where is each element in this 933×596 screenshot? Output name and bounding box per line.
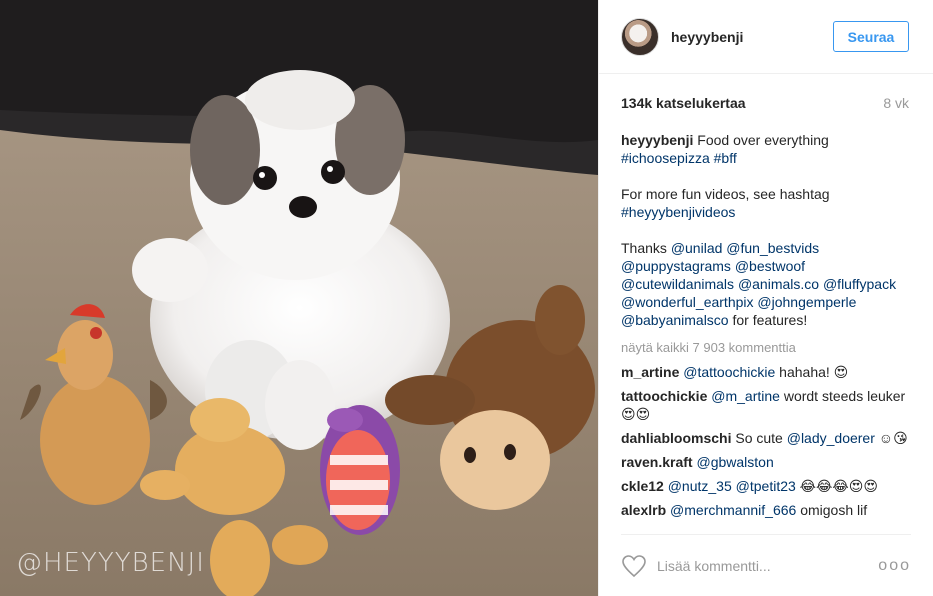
mention-link[interactable]: @babyanimalsco [621, 312, 729, 328]
author-username[interactable]: heyyybenji [671, 29, 833, 45]
post-side-panel: heyyybenji Seuraa 134k katselukertaa 8 v… [598, 0, 933, 596]
comment-item: m_artine @tattoochickie hahaha! 😍 [621, 363, 911, 381]
hashtag-link[interactable]: #heyyybenjivideos [621, 204, 735, 220]
puppy-photo [0, 0, 598, 596]
comment-bar: Lisää kommentti... ooo [621, 534, 911, 596]
follow-button[interactable]: Seuraa [833, 21, 909, 52]
mention-link[interactable]: @cutewildanimals [621, 276, 734, 292]
mention-link[interactable]: @puppystagrams [621, 258, 731, 274]
mention-link[interactable]: @gbwalston [696, 454, 773, 470]
hashtag-link[interactable]: #bff [714, 150, 737, 166]
mention-link[interactable]: @tattoochickie [683, 364, 775, 380]
add-comment-input[interactable]: Lisää kommentti... [657, 558, 878, 574]
caption-username[interactable]: heyyybenji [621, 132, 693, 148]
comment-item: alexlrb @merchmannif_666 omigosh lif [621, 501, 911, 519]
comment-username[interactable]: m_artine [621, 364, 679, 380]
comment-text: 😂😂😂😍😍 [795, 478, 878, 494]
mention-link[interactable]: @johngemperle [757, 294, 856, 310]
mention-link[interactable]: @fluffypack [823, 276, 896, 292]
view-count[interactable]: 134k katselukertaa [621, 95, 746, 111]
comment-item: tattoochickie @m_artine wordt steeds leu… [621, 387, 911, 423]
mention-link[interactable]: @lady_doerer [787, 430, 875, 446]
comment-text: ☺😘 [874, 430, 908, 446]
post-age[interactable]: 8 vk [883, 95, 909, 111]
post-meta: 134k katselukertaa 8 vk [599, 74, 933, 132]
post-header: heyyybenji Seuraa [599, 0, 933, 74]
comment-username[interactable]: tattoochickie [621, 388, 707, 404]
more-options-icon[interactable]: ooo [878, 557, 911, 575]
video-watermark: @HEYYYBENJI [16, 548, 205, 578]
mention-link[interactable]: @fun_bestvids [726, 240, 819, 256]
comment-username[interactable]: raven.kraft [621, 454, 693, 470]
mention-link[interactable]: @nutz_35 @tpetit23 [668, 478, 796, 494]
comment-item: ckle12 @nutz_35 @tpetit23 😂😂😂😍😍 [621, 477, 911, 495]
comment-text: omigosh lif [796, 502, 868, 518]
mention-link[interactable]: @unilad [671, 240, 723, 256]
mention-link[interactable]: @bestwoof [735, 258, 805, 274]
mention-link[interactable]: @wonderful_earthpix [621, 294, 754, 310]
caption-text: Food over everything [693, 132, 829, 148]
mention-link[interactable]: @m_artine [711, 388, 780, 404]
mention-link[interactable]: @merchmannif_666 [670, 502, 796, 518]
comment-text: hahaha! 😍 [775, 364, 849, 380]
caption: heyyybenji Food over everything #ichoose… [621, 131, 911, 329]
post-video[interactable]: @HEYYYBENJI [0, 0, 598, 596]
avatar[interactable] [621, 17, 659, 56]
comment-item: dahliabloomschi So cute @lady_doerer ☺😘 [621, 429, 911, 447]
comments-section[interactable]: heyyybenji Food over everything #ichoose… [621, 131, 911, 530]
comment-username[interactable]: dahliabloomschi [621, 430, 731, 446]
comment-username[interactable]: alexlrb [621, 502, 666, 518]
post-container: @HEYYYBENJI heyyybenji Seuraa 134k katse… [0, 0, 933, 596]
caption-text: for features! [728, 312, 808, 328]
caption-text: For more fun videos, see hashtag [621, 186, 830, 202]
load-more-comments[interactable]: näytä kaikki 7 903 kommenttia [621, 339, 911, 357]
comment-username[interactable]: ckle12 [621, 478, 664, 494]
comment-item: raven.kraft @gbwalston [621, 453, 911, 471]
comment-text: So cute [735, 430, 787, 446]
mention-link[interactable]: @animals.co [738, 276, 819, 292]
like-heart-icon[interactable] [621, 554, 647, 578]
caption-text: Thanks [621, 240, 671, 256]
hashtag-link[interactable]: #ichoosepizza [621, 150, 710, 166]
